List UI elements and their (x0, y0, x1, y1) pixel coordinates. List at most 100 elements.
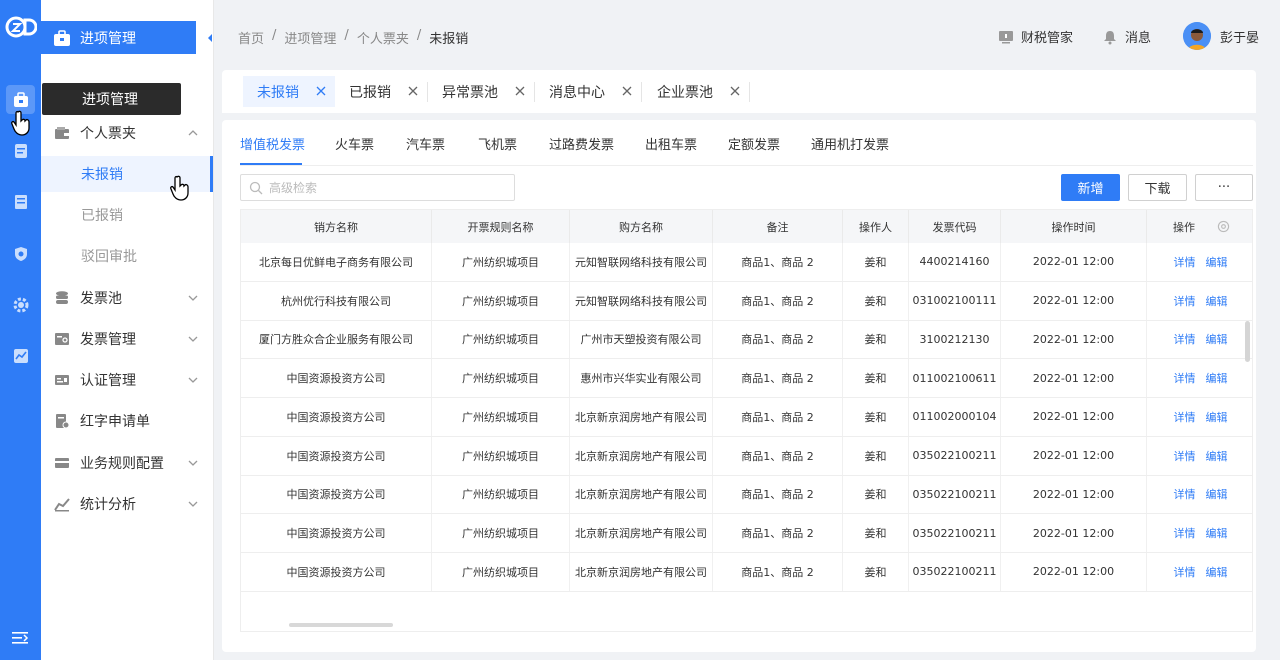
detail-link[interactable]: 详情 (1174, 293, 1196, 309)
menu-item-personal-folder[interactable]: 个人票夹 (41, 115, 213, 151)
detail-link[interactable]: 详情 (1174, 331, 1196, 347)
edit-link[interactable]: 编辑 (1206, 525, 1228, 541)
tab-machine-printed-invoice[interactable]: 通用机打发票 (811, 134, 889, 153)
add-button[interactable]: 新增 (1061, 174, 1120, 201)
cell-actions: 详情 编辑 (1147, 321, 1252, 359)
cell-time: 2022-01 12:00 (1001, 320, 1147, 359)
edit-link[interactable]: 编辑 (1206, 293, 1228, 309)
advanced-search[interactable] (240, 174, 515, 201)
detail-link[interactable]: 详情 (1174, 370, 1196, 386)
download-button[interactable]: 下载 (1128, 174, 1187, 201)
tab-vat-invoice[interactable]: 增值税发票 (240, 134, 305, 153)
page-tab-reimbursed[interactable]: 已报销 (335, 76, 428, 107)
settings-icon[interactable] (1217, 220, 1230, 233)
page-tab-label: 未报销 (257, 84, 299, 101)
edit-link[interactable]: 编辑 (1206, 448, 1228, 464)
tab-taxi-ticket[interactable]: 出租车票 (645, 134, 697, 153)
tax-assistant-button[interactable]: 财税管家 (998, 27, 1073, 46)
line-chart-icon (53, 495, 71, 513)
header-rule[interactable]: 开票规则名称 (432, 210, 570, 243)
cell-invoice-code: 031002100111 (909, 281, 1001, 320)
menu-item-label: 红字申请单 (80, 414, 150, 430)
tab-divider (641, 82, 642, 102)
close-icon[interactable] (729, 85, 741, 97)
close-icon[interactable] (514, 85, 526, 97)
detail-link[interactable]: 详情 (1174, 525, 1196, 541)
close-icon[interactable] (315, 85, 327, 97)
detail-link[interactable]: 详情 (1174, 448, 1196, 464)
header-operator[interactable]: 操作人 (843, 210, 909, 243)
edit-link[interactable]: 编辑 (1206, 254, 1228, 270)
detail-link[interactable]: 详情 (1174, 409, 1196, 425)
rail-chart-icon[interactable] (10, 345, 32, 367)
rail-gear-icon[interactable] (10, 294, 32, 316)
page-tab-enterprise-pool[interactable]: 企业票池 (643, 76, 750, 107)
tab-bus-ticket[interactable]: 汽车票 (406, 134, 445, 153)
close-icon[interactable] (407, 85, 419, 97)
header-invoice-code[interactable]: 发票代码 (909, 210, 1001, 243)
detail-link[interactable]: 详情 (1174, 564, 1196, 580)
tab-toll-invoice[interactable]: 过路费发票 (549, 134, 614, 153)
cell-operator: 姜和 (843, 243, 909, 281)
vertical-scrollbar[interactable] (1245, 321, 1250, 362)
table-header: 销方名称 开票规则名称 购方名称 备注 操作人 发票代码 操作时间 操作 (241, 210, 1252, 243)
breadcrumb-sep: / (416, 28, 422, 43)
menu-item-invoice-management[interactable]: 发票管理 (41, 321, 213, 357)
edit-link[interactable]: 编辑 (1206, 564, 1228, 580)
page-tab-exception-pool[interactable]: 异常票池 (428, 76, 535, 107)
tab-divider (749, 82, 750, 102)
detail-link[interactable]: 详情 (1174, 254, 1196, 270)
cell-time: 2022-01 12:00 (1001, 359, 1147, 397)
page-tab-label: 已报销 (349, 84, 391, 101)
header-remark[interactable]: 备注 (713, 210, 843, 243)
expand-menu-icon[interactable] (11, 630, 29, 650)
user-menu[interactable]: 彭于晏 (1183, 22, 1259, 50)
breadcrumb-sep: / (344, 28, 349, 43)
tab-fixed-amount-invoice[interactable]: 定额发票 (728, 134, 780, 153)
menu-item-label: 发票池 (80, 291, 122, 307)
cell-actions: 详情 编辑 (1147, 476, 1252, 514)
rail-invoice-icon[interactable] (10, 191, 32, 213)
submenu-item-rejected[interactable]: 驳回审批 (41, 238, 213, 274)
tab-flight-ticket[interactable]: 飞机票 (478, 134, 517, 153)
menu-item-statistics[interactable]: 统计分析 (41, 486, 213, 522)
breadcrumb-folder[interactable]: 个人票夹 (357, 28, 409, 47)
breadcrumb-incoming[interactable]: 进项管理 (284, 28, 336, 47)
menu-header-incoming[interactable]: 进项管理 (41, 21, 196, 54)
menu-item-invoice-pool[interactable]: 发票池 (41, 280, 213, 316)
messages-button[interactable]: 消息 (1102, 27, 1151, 46)
breadcrumb-home[interactable]: 首页 (238, 28, 264, 47)
search-input[interactable] (269, 180, 509, 195)
cell-rule: 广州纺织城项目 (432, 320, 570, 359)
header-seller[interactable]: 销方名称 (241, 210, 432, 243)
menu-item-label: 统计分析 (80, 497, 136, 513)
cell-operator: 姜和 (843, 436, 909, 475)
close-icon[interactable] (621, 85, 633, 97)
rail-shield-icon[interactable] (10, 243, 32, 265)
edit-link[interactable]: 编辑 (1206, 331, 1228, 347)
edit-link[interactable]: 编辑 (1206, 370, 1228, 386)
submenu-item-reimbursed[interactable]: 已报销 (41, 197, 213, 233)
rail-document-icon[interactable] (10, 140, 32, 162)
cell-actions: 详情 编辑 (1147, 282, 1252, 320)
header-time[interactable]: 操作时间 (1001, 210, 1147, 243)
menu-item-certification[interactable]: 认证管理 (41, 362, 213, 398)
submenu-item-label: 未报销 (81, 167, 123, 183)
more-button[interactable]: ··· (1195, 174, 1253, 201)
edit-link[interactable]: 编辑 (1206, 409, 1228, 425)
horizontal-scrollbar[interactable] (289, 623, 393, 627)
page-tab-unreimbursed[interactable]: 未报销 (243, 76, 335, 107)
edit-link[interactable]: 编辑 (1206, 486, 1228, 502)
cell-operator: 姜和 (843, 475, 909, 514)
chevron-down-icon (188, 377, 198, 383)
cell-buyer: 北京新京润房地产有限公司 (570, 514, 713, 552)
menu-item-business-rules[interactable]: 业务规则配置 (41, 445, 213, 481)
tab-train-ticket[interactable]: 火车票 (335, 134, 374, 153)
cell-remark: 商品1、商品 2 (713, 281, 843, 320)
menu-item-red-letter[interactable]: 红字申请单 (41, 403, 213, 439)
cell-operator: 姜和 (843, 553, 909, 591)
detail-link[interactable]: 详情 (1174, 486, 1196, 502)
cell-buyer: 北京新京润房地产有限公司 (570, 398, 713, 436)
header-buyer[interactable]: 购方名称 (570, 210, 713, 243)
page-tab-message-center[interactable]: 消息中心 (535, 76, 642, 107)
